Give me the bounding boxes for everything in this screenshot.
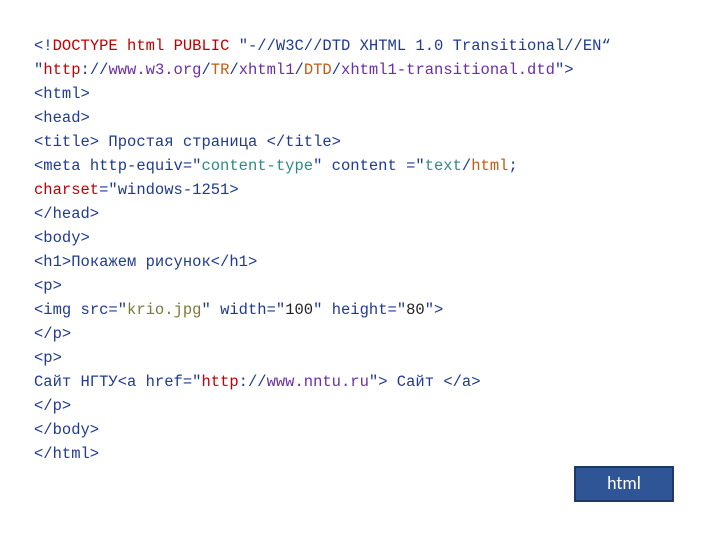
attr-charset: charset — [34, 181, 99, 199]
line-11: <p> — [34, 277, 62, 295]
quote: " — [201, 301, 220, 319]
tag-img: <img — [34, 301, 81, 319]
slash: / — [229, 61, 238, 79]
eq: =" — [397, 157, 425, 175]
val-width: 100 — [285, 301, 313, 319]
line-18: </html> — [34, 445, 99, 463]
attr-href: href=" — [146, 373, 202, 391]
seg-file: xhtml1-transitional.dtd — [341, 61, 555, 79]
val-height: 80 — [406, 301, 425, 319]
sep: :// — [81, 61, 109, 79]
val-html: html — [471, 157, 508, 175]
kw-doctype: DOCTYPE — [53, 37, 118, 55]
attr-width: width=" — [220, 301, 285, 319]
line-15: Сайт НГТУ<a href="http://www.nntu.ru"> С… — [34, 373, 481, 391]
tag-title-open: <title> — [34, 133, 99, 151]
link-text: Сайт — [388, 373, 444, 391]
sp — [164, 37, 173, 55]
code-block: <!DOCTYPE html PUBLIC "-//W3C//DTD XHTML… — [34, 34, 720, 466]
tag-a: <a — [118, 373, 146, 391]
scheme: http — [201, 373, 238, 391]
end: "> — [555, 61, 574, 79]
line-1: <!DOCTYPE html PUBLIC "-//W3C//DTD XHTML… — [34, 37, 611, 55]
attr-src: src=" — [81, 301, 128, 319]
attr-httpequiv: http-equiv=" — [90, 157, 202, 175]
slash: / — [201, 61, 210, 79]
line-4: <head> — [34, 109, 90, 127]
kw-public: PUBLIC — [174, 37, 230, 55]
line-6: <meta http-equiv="content-type" content … — [34, 157, 518, 175]
semicolon: ; — [508, 157, 517, 175]
host-nntu: www.nntu.ru — [267, 373, 369, 391]
scheme: http — [43, 61, 80, 79]
tag-a-close: </a> — [443, 373, 480, 391]
slash: / — [295, 61, 304, 79]
line-9: <body> — [34, 229, 90, 247]
seg-tr: TR — [211, 61, 230, 79]
quote: " — [34, 61, 43, 79]
attr-content: content — [332, 157, 397, 175]
tag-title-close: </title> — [267, 133, 341, 151]
slash: / — [332, 61, 341, 79]
line-8: </head> — [34, 205, 99, 223]
line-3: <html> — [34, 85, 90, 103]
line-13: </p> — [34, 325, 71, 343]
line-2: "http://www.w3.org/TR/xhtml1/DTD/xhtml1-… — [34, 61, 574, 79]
title-text: Простая страница — [99, 133, 266, 151]
val-contenttype: content-type — [201, 157, 313, 175]
line-5: <title> Простая страница </title> — [34, 133, 341, 151]
line-16: </p> — [34, 397, 71, 415]
line-14: <p> — [34, 349, 62, 367]
end: "> — [425, 301, 444, 319]
kw-html: html — [127, 37, 164, 55]
tag-h1-open: <h1> — [34, 253, 71, 271]
end-attr: "> — [369, 373, 388, 391]
quote: " — [313, 157, 332, 175]
val-text: text — [425, 157, 462, 175]
sep: :// — [239, 373, 267, 391]
tag-meta: <meta — [34, 157, 90, 175]
val-charset: ="windows-1251> — [99, 181, 239, 199]
attr-height: height=" — [332, 301, 406, 319]
slide: <!DOCTYPE html PUBLIC "-//W3C//DTD XHTML… — [0, 0, 720, 540]
host: www.w3.org — [108, 61, 201, 79]
tag-h1-close: </h1> — [211, 253, 258, 271]
quote: " — [313, 301, 332, 319]
html-badge: html — [574, 466, 674, 502]
line-10: <h1>Покажем рисунок</h1> — [34, 253, 257, 271]
seg-dtd: DTD — [304, 61, 332, 79]
doctype-string: "-//W3C//DTD XHTML 1.0 Transitional//EN“ — [229, 37, 610, 55]
slash: / — [462, 157, 471, 175]
seg-xhtml1: xhtml1 — [239, 61, 295, 79]
line-17: </body> — [34, 421, 99, 439]
html-badge-label: html — [607, 470, 641, 498]
h1-text: Покажем рисунок — [71, 253, 211, 271]
line-7: charset="windows-1251> — [34, 181, 239, 199]
val-src: krio.jpg — [127, 301, 201, 319]
line-12: <img src="krio.jpg" width="100" height="… — [34, 301, 443, 319]
punct: <! — [34, 37, 53, 55]
text-ngtu: Сайт НГТУ — [34, 373, 118, 391]
sp — [118, 37, 127, 55]
